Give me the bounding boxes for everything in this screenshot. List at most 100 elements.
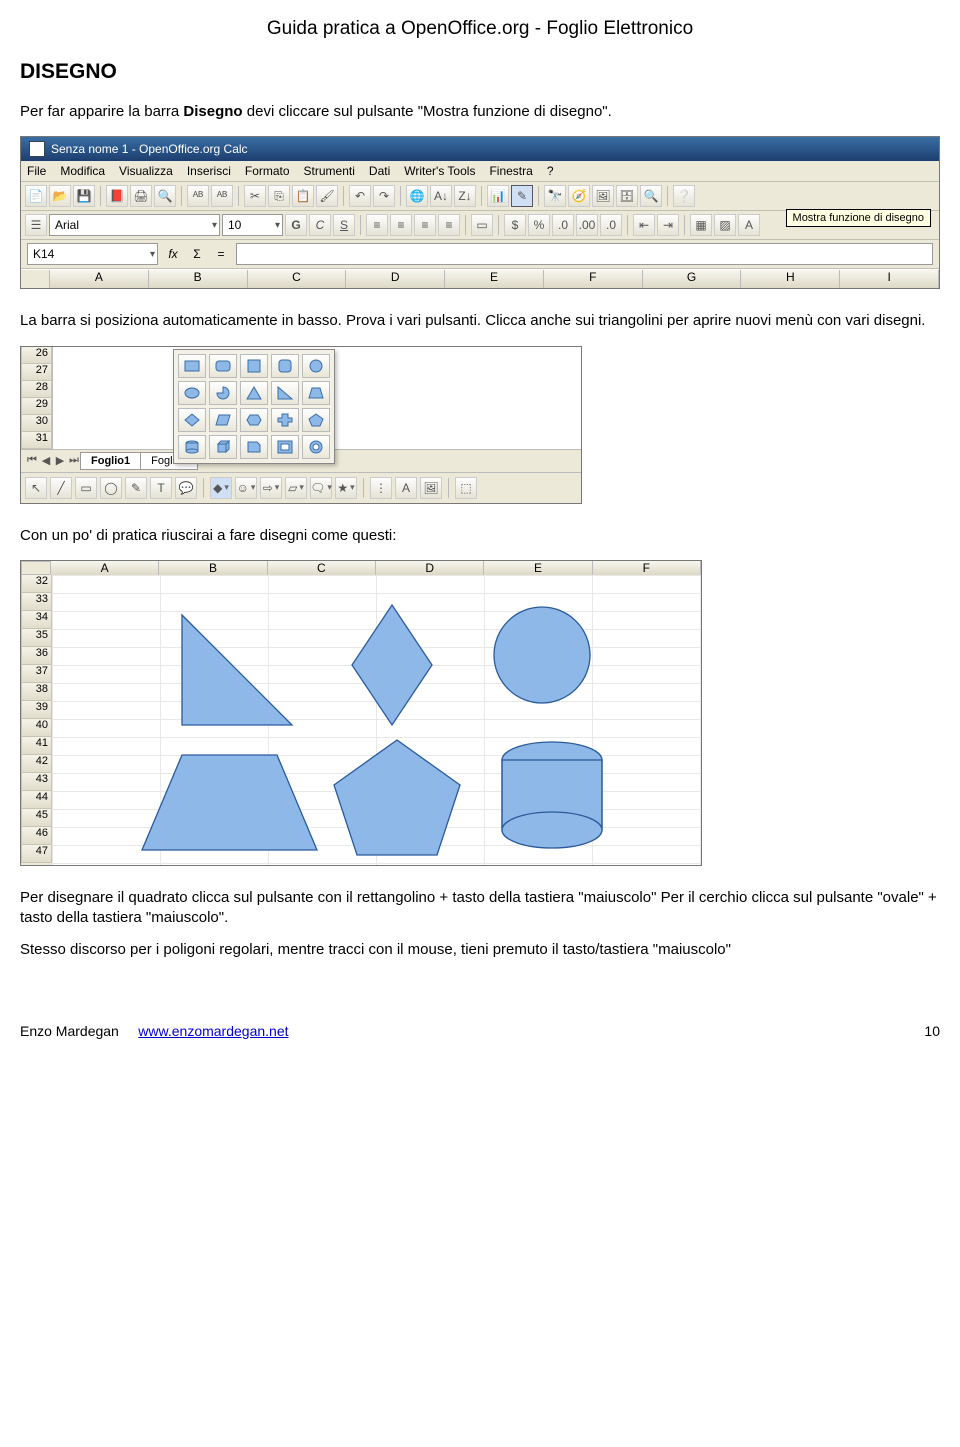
spellcheck-icon[interactable]: ᴬᴮ [187,185,209,207]
points-edit-icon[interactable]: ⋮ [370,477,392,499]
row-47[interactable]: 47 [21,845,52,863]
currency-icon[interactable]: $ [504,214,526,236]
number-std-icon[interactable]: .0 [552,214,574,236]
ellipse-tool-icon[interactable]: ◯ [100,477,122,499]
rect-tool-icon[interactable]: ▭ [75,477,97,499]
col-A[interactable]: A [51,561,159,575]
shape-frame-icon[interactable] [271,435,299,459]
from-file-icon[interactable]: 🖼 [420,477,442,499]
datasources-icon[interactable]: 🗄 [616,185,638,207]
del-decimal-icon[interactable]: .0 [600,214,622,236]
col-E[interactable]: E [484,561,592,575]
shape-pentagon-icon[interactable] [302,408,330,432]
menu-inserisci[interactable]: Inserisci [187,164,231,178]
row-28[interactable]: 28 [21,381,52,398]
sum-icon[interactable]: Σ [188,247,206,261]
shape-diamond-icon[interactable] [178,408,206,432]
tab-next-icon[interactable]: ▶ [53,454,67,467]
col-E[interactable]: E [445,270,544,288]
arrow-shapes-dropdown-icon[interactable]: ⇨ [260,477,282,499]
col-H[interactable]: H [741,270,840,288]
pdf-export-icon[interactable]: 📕 [106,185,128,207]
symbol-shapes-dropdown-icon[interactable]: ☺ [235,477,257,499]
shape-right-triangle-icon[interactable] [271,381,299,405]
col-B[interactable]: B [159,561,267,575]
borders-icon[interactable]: ▦ [690,214,712,236]
menu-dati[interactable]: Dati [369,164,390,178]
shape-square-icon[interactable] [240,354,268,378]
row-38[interactable]: 38 [21,683,52,701]
row-40[interactable]: 40 [21,719,52,737]
bgcolor-icon[interactable]: ▨ [714,214,736,236]
line-tool-icon[interactable]: ╱ [50,477,72,499]
row-41[interactable]: 41 [21,737,52,755]
cut-icon[interactable]: ✂ [244,185,266,207]
tab-prev-icon[interactable]: ◀ [39,454,53,467]
text-tool-icon[interactable]: T [150,477,172,499]
inc-indent-icon[interactable]: ⇥ [657,214,679,236]
copy-icon[interactable]: ⎘ [268,185,290,207]
row-43[interactable]: 43 [21,773,52,791]
col-A[interactable]: A [50,270,149,288]
row-30[interactable]: 30 [21,415,52,432]
callout-shapes-dropdown-icon[interactable]: 🗨 [310,477,332,499]
preview-icon[interactable]: 🔍 [154,185,176,207]
new-doc-icon[interactable]: 📄 [25,185,47,207]
autospell-icon[interactable]: ᴬᴮ [211,185,233,207]
shape-hexagon-icon[interactable] [240,408,268,432]
shape-parallelogram-icon[interactable] [209,408,237,432]
row-39[interactable]: 39 [21,701,52,719]
align-right-icon[interactable]: ≡ [414,214,436,236]
row-29[interactable]: 29 [21,398,52,415]
fx-icon[interactable]: fx [164,247,182,261]
shape-round-square-icon[interactable] [271,354,299,378]
shape-cylinder-icon[interactable] [178,435,206,459]
row-37[interactable]: 37 [21,665,52,683]
shape-ring-icon[interactable] [302,435,330,459]
col-C[interactable]: C [248,270,347,288]
sort-desc-icon[interactable]: Z↓ [454,185,476,207]
fontwork-icon[interactable]: A [395,477,417,499]
menu-finestra[interactable]: Finestra [489,164,532,178]
shape-round-rect-icon[interactable] [209,354,237,378]
select-all-corner[interactable] [21,270,50,288]
shape-oval-icon[interactable] [178,381,206,405]
row-27[interactable]: 27 [21,364,52,381]
gallery-icon[interactable]: 🖼 [592,185,614,207]
italic-icon[interactable]: C [309,214,331,236]
menu-formato[interactable]: Formato [245,164,290,178]
save-icon[interactable]: 💾 [73,185,95,207]
menu-file[interactable]: File [27,164,46,178]
col-F[interactable]: F [544,270,643,288]
add-decimal-icon[interactable]: .00 [576,214,598,236]
print-icon[interactable]: 🖨 [130,185,152,207]
menu-writers-tools[interactable]: Writer's Tools [404,164,475,178]
col-D[interactable]: D [346,270,445,288]
row-42[interactable]: 42 [21,755,52,773]
shape-trapezoid-icon[interactable] [302,381,330,405]
shape-pie-icon[interactable] [209,381,237,405]
undo-icon[interactable]: ↶ [349,185,371,207]
select-tool-icon[interactable]: ↖ [25,477,47,499]
row-34[interactable]: 34 [21,611,52,629]
align-center-icon[interactable]: ≡ [390,214,412,236]
navigator-icon[interactable]: 🧭 [568,185,590,207]
freeform-tool-icon[interactable]: ✎ [125,477,147,499]
row-26[interactable]: 26 [21,347,52,364]
row-31[interactable]: 31 [21,432,52,449]
format-paint-icon[interactable]: 🖌 [316,185,338,207]
align-left-icon[interactable]: ≡ [366,214,388,236]
fontcolor-icon[interactable]: A [738,214,760,236]
chart-icon[interactable]: 📊 [487,185,509,207]
show-draw-functions-icon[interactable]: ✎ [511,185,533,207]
paste-icon[interactable]: 📋 [292,185,314,207]
zoom-icon[interactable]: 🔍 [640,185,662,207]
find-icon[interactable]: 🔭 [544,185,566,207]
extrude-icon[interactable]: ⬚ [455,477,477,499]
sort-asc-icon[interactable]: A↓ [430,185,452,207]
hyperlink-icon[interactable]: 🌐 [406,185,428,207]
row-46[interactable]: 46 [21,827,52,845]
shape-folded-icon[interactable] [240,435,268,459]
col-G[interactable]: G [643,270,742,288]
underline-icon[interactable]: S [333,214,355,236]
